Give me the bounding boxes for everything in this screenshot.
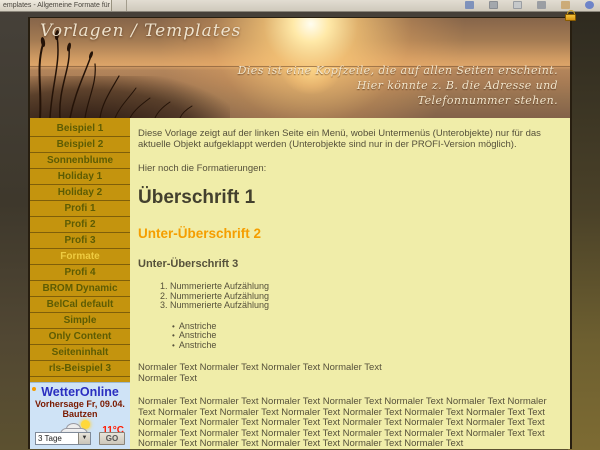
site-template: Vorlagen / Templates Dies ist eine Kopfz… xyxy=(28,17,572,449)
page-background-right xyxy=(568,11,600,450)
sidebar-item-simple[interactable]: Simple xyxy=(30,313,130,329)
chevron-down-icon[interactable]: ▼ xyxy=(78,433,90,444)
sidebar-item-profi-4[interactable]: Profi 4 xyxy=(30,265,130,281)
grass-icon xyxy=(30,28,230,118)
forecast-range-select[interactable]: 3 Tage ▼ xyxy=(35,432,91,445)
bullet-list-item: Anstriche xyxy=(172,322,560,332)
sidebar-item-only-content[interactable]: Only Content xyxy=(30,329,130,345)
go-button[interactable]: GO xyxy=(99,432,125,445)
help-icon[interactable] xyxy=(585,1,594,9)
numbered-list-item: Nummerierte Aufzählung xyxy=(170,301,560,311)
sun-dot-icon xyxy=(32,387,36,391)
folder-icon[interactable] xyxy=(561,1,570,9)
bullet-list-item: Anstriche xyxy=(172,341,560,351)
bullet-list: Anstriche Anstriche Anstriche xyxy=(138,322,560,351)
forecast-range-value: 3 Tage xyxy=(38,434,62,443)
forecast-date: Vorhersage Fr, 09.04. xyxy=(30,399,130,409)
bullet-list-item: Anstriche xyxy=(172,331,560,341)
print-icon[interactable] xyxy=(489,1,498,9)
sidebar-item-seiteninhalt[interactable]: Seiteninhalt xyxy=(30,345,130,361)
lock-icon[interactable] xyxy=(565,10,577,21)
browser-toolbar xyxy=(465,1,594,9)
heading-1: Überschrift 1 xyxy=(138,187,560,209)
header-tagline: Dies ist eine Kopfzeile, die auf allen S… xyxy=(238,63,558,108)
window-icon[interactable] xyxy=(537,1,546,9)
sidebar-item-formate[interactable]: Formate xyxy=(30,249,130,265)
page-header: Vorlagen / Templates Dies ist eine Kopfz… xyxy=(30,18,570,118)
heading-3: Unter-Überschrift 3 xyxy=(138,258,560,270)
navigate-icon[interactable] xyxy=(465,1,474,9)
wetteronline-logo[interactable]: WetterOnline xyxy=(30,385,130,399)
formats-label: Hier noch die Formatierungen: xyxy=(138,163,560,174)
sidebar-item-sonnenblume[interactable]: Sonnenblume xyxy=(30,153,130,169)
sidebar-item-beispiel-1[interactable]: Beispiel 1 xyxy=(30,121,130,137)
browser-tab[interactable]: emplates - Allgemeine Formate für Texte … xyxy=(0,0,112,11)
sidebar-item-profi-1[interactable]: Profi 1 xyxy=(30,201,130,217)
weather-widget: WetterOnline Vorhersage Fr, 09.04. Bautz… xyxy=(30,382,130,449)
sidebar-item-profi-3[interactable]: Profi 3 xyxy=(30,233,130,249)
sidebar-item-rls-beispiel-3[interactable]: rls-Beispiel 3 xyxy=(30,361,130,377)
sidebar-item-brom-dynamic[interactable]: BROM Dynamic xyxy=(30,281,130,297)
sidebar-item-profi-2[interactable]: Profi 2 xyxy=(30,217,130,233)
sidebar-item-holiday-2[interactable]: Holiday 2 xyxy=(30,185,130,201)
sidebar-menu: Beispiel 1 Beispiel 2 Sonnenblume Holida… xyxy=(30,118,130,449)
browser-tab-bar: emplates - Allgemeine Formate für Texte … xyxy=(0,0,600,12)
page-icon[interactable] xyxy=(513,1,522,9)
tab-separator xyxy=(126,0,127,11)
numbered-list: Nummerierte Aufzählung Nummerierte Aufzä… xyxy=(138,282,560,311)
main-content: Diese Vorlage zeigt auf der linken Seite… xyxy=(130,118,570,449)
tagline-line-1: Dies ist eine Kopfzeile, die auf allen S… xyxy=(238,63,558,78)
site-title: Vorlagen / Templates xyxy=(40,21,241,41)
browser-tab-title: emplates - Allgemeine Formate für Texte … xyxy=(3,2,112,9)
normal-text-short: Normaler Text Normaler Text Normaler Tex… xyxy=(138,363,560,384)
normal-text-long: Normaler Text Normaler Text Normaler Tex… xyxy=(138,397,560,449)
tagline-line-2: Hier könnte z. B. die Adresse und xyxy=(238,78,558,93)
heading-2: Unter-Überschrift 2 xyxy=(138,226,560,241)
sidebar-item-belcal-default[interactable]: BelCal default xyxy=(30,297,130,313)
tagline-line-3: Telefonnummer stehen. xyxy=(238,93,558,108)
intro-paragraph: Diese Vorlage zeigt auf der linken Seite… xyxy=(138,128,560,150)
forecast-location: Bautzen xyxy=(30,409,130,419)
sidebar-item-holiday-1[interactable]: Holiday 1 xyxy=(30,169,130,185)
sidebar-item-beispiel-2[interactable]: Beispiel 2 xyxy=(30,137,130,153)
